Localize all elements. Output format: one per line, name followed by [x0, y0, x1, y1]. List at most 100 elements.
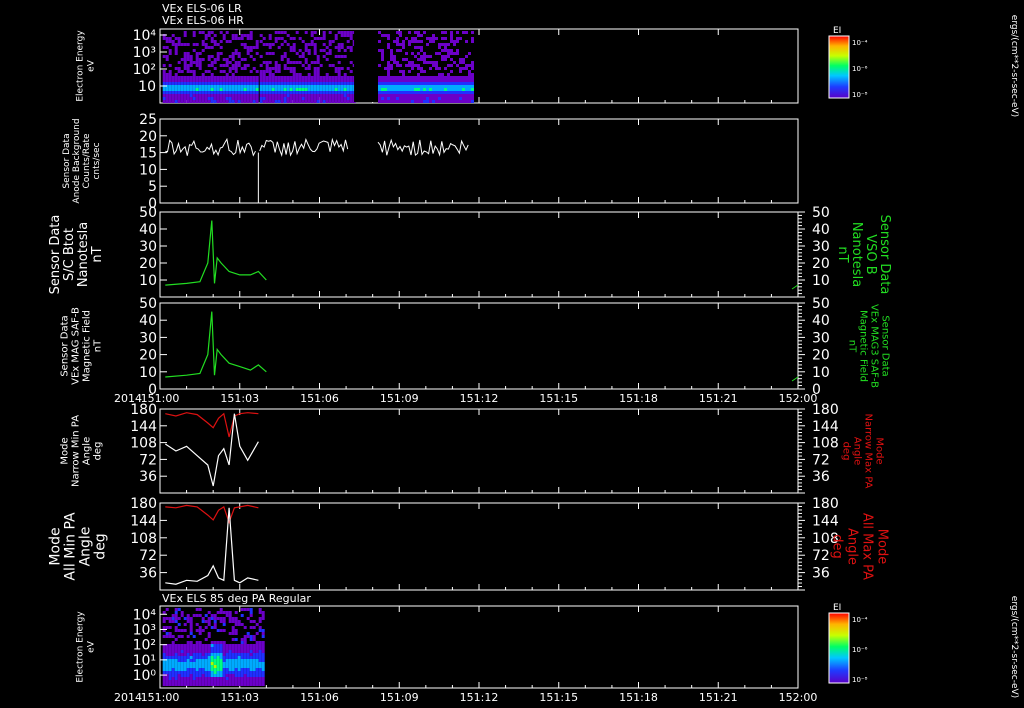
spectrogram-cell	[255, 85, 259, 88]
spectrogram-cell	[177, 671, 181, 674]
y-tick-label: 72	[139, 548, 157, 564]
spectrogram-cell	[426, 79, 429, 82]
spectrogram-cell	[165, 626, 169, 629]
spectrogram-cell	[198, 67, 202, 70]
spectrogram-cell	[246, 635, 250, 638]
spectrogram-cell	[252, 91, 256, 94]
spectrogram-cell	[180, 58, 184, 61]
spectrogram-cell	[295, 61, 299, 64]
spectrogram-cell	[310, 82, 314, 85]
spectrogram-cell	[246, 76, 250, 79]
spectrogram-cell	[334, 100, 338, 103]
spectrogram-cell	[198, 82, 202, 85]
spectrogram-cell	[396, 37, 399, 40]
panel-7-title: VEx ELS 85 deg PA Regular	[162, 592, 311, 605]
spectrogram-cell	[340, 34, 344, 37]
spectrogram-cell	[295, 82, 299, 85]
spectrogram-cell	[240, 641, 244, 644]
spectrogram-cell	[319, 85, 323, 88]
spectrogram-cell	[387, 61, 390, 64]
spectrogram-cell	[280, 79, 284, 82]
spectrogram-cell	[286, 34, 290, 37]
spectrogram-cell	[168, 79, 172, 82]
spectrogram-cell	[456, 40, 459, 43]
spectrogram-cell	[277, 91, 281, 94]
spectrogram-cell	[414, 88, 417, 91]
spectrogram-cell	[423, 100, 426, 103]
spectrogram-cell	[396, 100, 399, 103]
spectrogram-cell	[453, 82, 456, 85]
spectrogram-cell	[171, 656, 175, 659]
spectrogram-cell	[289, 67, 293, 70]
spectrogram-cell	[201, 76, 205, 79]
spectrogram-cell	[210, 55, 214, 58]
spectrogram-cell	[346, 79, 350, 82]
panel-5-ylabel-right-line: Mode	[874, 437, 885, 464]
spectrogram-cell	[231, 55, 235, 58]
spectrogram-cell	[162, 683, 166, 686]
spectrogram-cell	[252, 85, 256, 88]
spectrogram-cell	[334, 82, 338, 85]
panel-5-ylabel-line: Narrow Min PA	[71, 415, 82, 487]
spectrogram-cell	[168, 683, 172, 686]
spectrogram-cell	[177, 67, 181, 70]
spectrogram-cell	[265, 85, 269, 88]
spectrogram-cell	[387, 76, 390, 79]
spectrogram-cell	[237, 94, 241, 97]
spectrogram-cell	[231, 91, 235, 94]
spectrogram-cell	[186, 617, 190, 620]
spectrogram-cell	[231, 668, 235, 671]
spectrogram-cell	[234, 94, 238, 97]
spectrogram-cell	[207, 665, 211, 668]
spectrogram-cell	[396, 43, 399, 46]
spectrogram-cell	[234, 64, 238, 67]
spectrogram-cell	[292, 76, 296, 79]
spectrogram-cell	[240, 656, 244, 659]
spectrogram-cell	[213, 641, 217, 644]
spectrogram-cell	[450, 37, 453, 40]
spectrogram-cell	[246, 46, 250, 49]
spectrogram-cell	[349, 91, 353, 94]
spectrogram-cell	[432, 82, 435, 85]
spectrogram-cell	[313, 43, 317, 46]
spectrogram-cell	[283, 97, 287, 100]
spectrogram-cell	[243, 674, 247, 677]
spectrogram-cell	[186, 55, 190, 58]
panel-6-ylabel-line: deg	[93, 533, 109, 559]
spectrogram-cell	[252, 650, 256, 653]
spectrogram-cell	[180, 79, 184, 82]
spectrogram-cell	[231, 82, 235, 85]
spectrogram-cell	[304, 67, 308, 70]
spectrogram-cell	[168, 70, 172, 73]
spectrogram-cell	[331, 82, 335, 85]
spectrogram-cell	[162, 55, 166, 58]
spectrogram-cell	[396, 88, 399, 91]
spectrogram-cell	[387, 67, 390, 70]
spectrogram-cell	[268, 73, 272, 76]
spectrogram-cell	[334, 37, 338, 40]
spectrogram-cell	[162, 653, 166, 656]
spectrogram-cell	[411, 37, 414, 40]
spectrogram-cell	[399, 82, 402, 85]
spectrogram-cell	[411, 64, 414, 67]
spectrogram-cell	[387, 43, 390, 46]
panel-5-ylabel-line: Mode	[60, 437, 71, 464]
spectrogram-cell	[283, 40, 287, 43]
spectrogram-cell	[456, 79, 459, 82]
spectrogram-cell	[231, 73, 235, 76]
spectrogram-cell	[462, 76, 465, 79]
spectrogram-cell	[259, 97, 263, 100]
spectrogram-cell	[201, 662, 205, 665]
spectrogram-cell	[450, 52, 453, 55]
spectrogram-cell	[444, 55, 447, 58]
spectrogram-cell	[283, 79, 287, 82]
spectrogram-cell	[243, 34, 247, 37]
y-tick-label: 40	[139, 313, 157, 329]
spectrogram-cell	[174, 659, 178, 662]
spectrogram-cell	[204, 665, 208, 668]
spectrogram-cell	[183, 67, 187, 70]
spectrogram-cell	[171, 85, 175, 88]
spectrogram-cell	[216, 671, 220, 674]
spectrogram-cell	[252, 677, 256, 680]
spectrogram-cell	[174, 76, 178, 79]
